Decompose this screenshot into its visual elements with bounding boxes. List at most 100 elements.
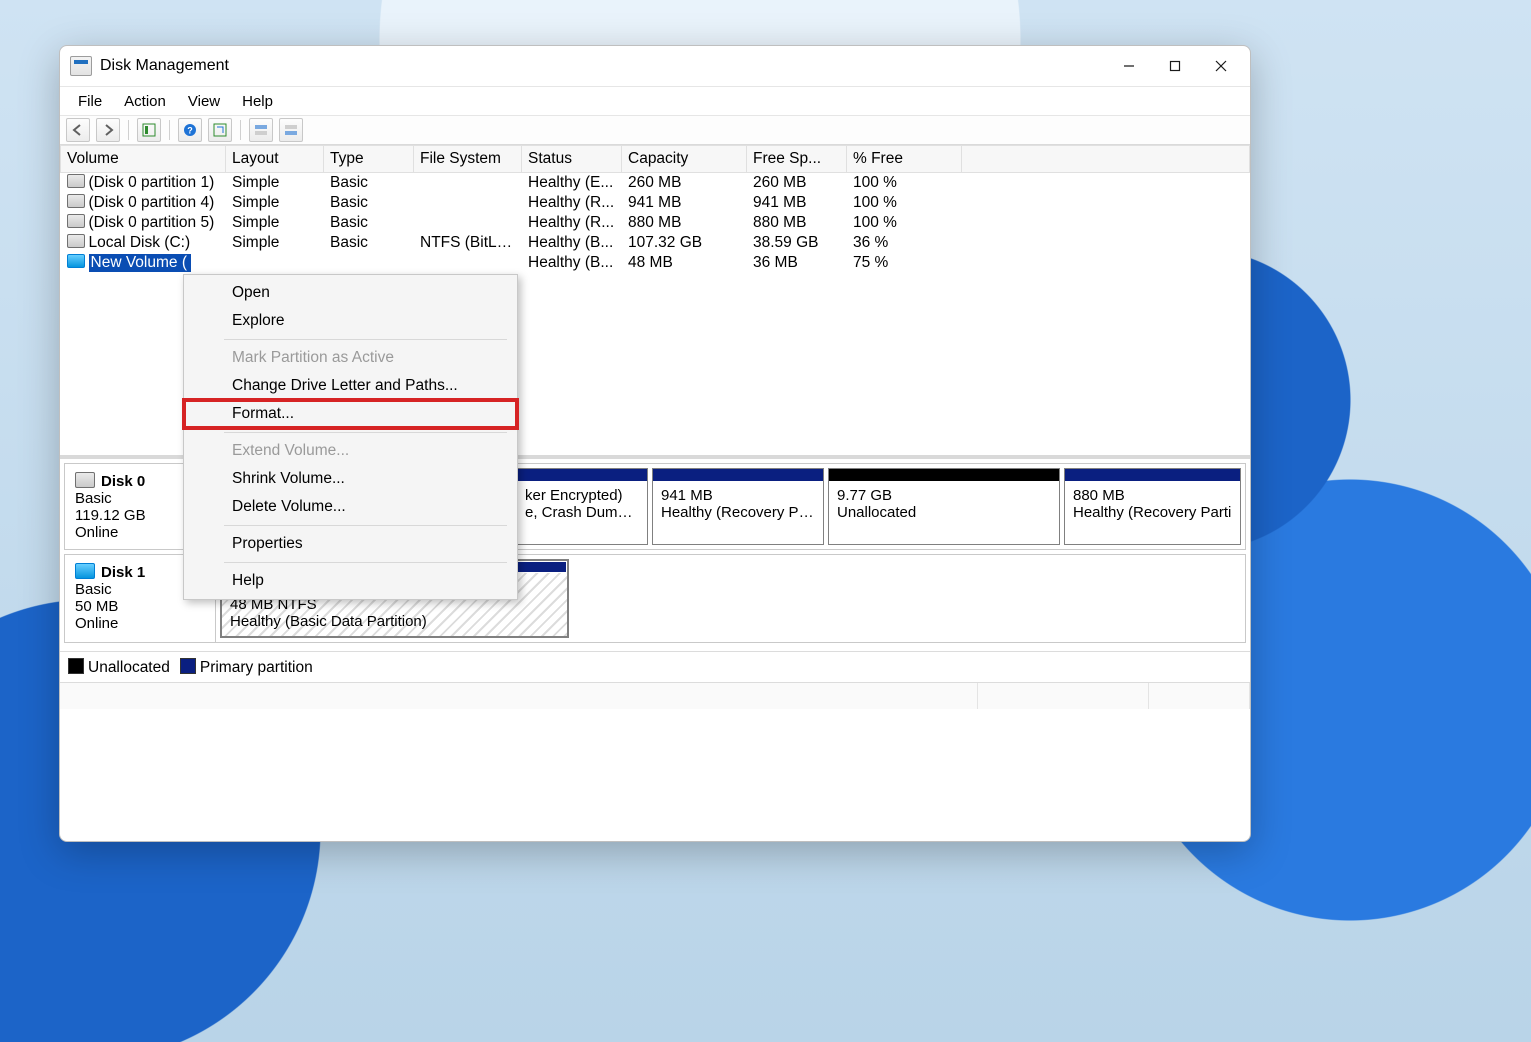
cell-volume: Local Disk (C:) <box>61 233 226 253</box>
maximize-button[interactable] <box>1152 50 1198 82</box>
partition[interactable]: 9.77 GBUnallocated <box>828 468 1060 545</box>
cell-fs <box>414 173 522 194</box>
back-button[interactable] <box>66 118 90 142</box>
cell-status: Healthy (E... <box>522 173 622 194</box>
volume-icon <box>67 214 85 228</box>
show-hide-tree-button[interactable] <box>137 118 161 142</box>
cell-free: 260 MB <box>747 173 847 194</box>
cell-pct: 75 % <box>847 253 962 273</box>
ctx-help[interactable]: Help <box>184 567 517 595</box>
table-row[interactable]: Local Disk (C:)SimpleBasicNTFS (BitLo...… <box>61 233 1250 253</box>
partition-header <box>1065 469 1240 481</box>
volume-icon <box>67 254 85 268</box>
cell-fs <box>414 253 522 273</box>
table-header-row[interactable]: Volume Layout Type File System Status Ca… <box>61 146 1250 173</box>
volume-table[interactable]: Volume Layout Type File System Status Ca… <box>60 145 1250 273</box>
menu-view[interactable]: View <box>178 91 230 112</box>
disk-0-size: 119.12 GB <box>75 507 177 524</box>
col-capacity[interactable]: Capacity <box>622 146 747 173</box>
toolbar-separator <box>169 120 170 140</box>
ctx-explore[interactable]: Explore <box>184 307 517 335</box>
partition-line3: e, Crash Dump, Ba <box>525 504 639 521</box>
col-freespace[interactable]: Free Sp... <box>747 146 847 173</box>
partition-line3: Healthy (Recovery Parti <box>1073 504 1232 521</box>
partition[interactable]: 880 MBHealthy (Recovery Parti <box>1064 468 1241 545</box>
col-volume[interactable]: Volume <box>61 146 226 173</box>
view-bottom-button[interactable] <box>279 118 303 142</box>
ctx-delete-volume[interactable]: Delete Volume... <box>184 493 517 521</box>
disk-1-size: 50 MB <box>75 598 205 615</box>
toolbar: ? <box>60 116 1250 145</box>
table-row[interactable]: (Disk 0 partition 4)SimpleBasicHealthy (… <box>61 193 1250 213</box>
cell-capacity: 107.32 GB <box>622 233 747 253</box>
minimize-button[interactable] <box>1106 50 1152 82</box>
cell-free: 36 MB <box>747 253 847 273</box>
col-status[interactable]: Status <box>522 146 622 173</box>
disk-0-info: Disk 0 Basic 119.12 GB Online <box>65 464 188 549</box>
help-button[interactable]: ? <box>178 118 202 142</box>
cell-free: 941 MB <box>747 193 847 213</box>
menu-action[interactable]: Action <box>114 91 176 112</box>
legend-primary: Primary partition <box>180 658 313 677</box>
cell-fs <box>414 213 522 233</box>
menu-help[interactable]: Help <box>232 91 283 112</box>
col-layout[interactable]: Layout <box>226 146 324 173</box>
cell-capacity: 880 MB <box>622 213 747 233</box>
partition-line2: 9.77 GB <box>837 487 1051 504</box>
cell-type: Basic <box>324 193 414 213</box>
partition-line2: ker Encrypted) <box>525 487 639 504</box>
cell-status: Healthy (B... <box>522 233 622 253</box>
cell-free: 880 MB <box>747 213 847 233</box>
ctx-separator <box>224 562 507 563</box>
menu-file[interactable]: File <box>68 91 112 112</box>
cell-type: Basic <box>324 213 414 233</box>
table-row[interactable]: (Disk 0 partition 1)SimpleBasicHealthy (… <box>61 173 1250 194</box>
swatch-navy-icon <box>180 658 196 674</box>
window-title: Disk Management <box>100 57 229 75</box>
partition-line2: 880 MB <box>1073 487 1232 504</box>
cell-fs: NTFS (BitLo... <box>414 233 522 253</box>
close-button[interactable] <box>1198 50 1244 82</box>
disk-1-title: Disk 1 <box>101 564 145 581</box>
forward-button[interactable] <box>96 118 120 142</box>
cell-fs <box>414 193 522 213</box>
legend-unallocated: Unallocated <box>68 658 170 677</box>
disk-icon <box>75 472 95 488</box>
cell-pct: 36 % <box>847 233 962 253</box>
cell-pct: 100 % <box>847 193 962 213</box>
ctx-separator <box>224 525 507 526</box>
cell-type: Basic <box>324 233 414 253</box>
ctx-extend-volume: Extend Volume... <box>184 437 517 465</box>
legend-bar: Unallocated Primary partition <box>60 651 1250 682</box>
cell-status: Healthy (B... <box>522 253 622 273</box>
partition[interactable]: 941 MBHealthy (Recovery Part <box>652 468 824 545</box>
ctx-change-drive-letter[interactable]: Change Drive Letter and Paths... <box>184 372 517 400</box>
ctx-separator <box>224 339 507 340</box>
col-type[interactable]: Type <box>324 146 414 173</box>
partition-header <box>517 469 647 481</box>
col-pctfree[interactable]: % Free <box>847 146 962 173</box>
cell-volume: (Disk 0 partition 1) <box>61 173 226 194</box>
cell-volume: (Disk 0 partition 5) <box>61 213 226 233</box>
volume-icon <box>67 174 85 188</box>
ctx-properties[interactable]: Properties <box>184 530 517 558</box>
table-row[interactable]: (Disk 0 partition 5)SimpleBasicHealthy (… <box>61 213 1250 233</box>
refresh-button[interactable] <box>208 118 232 142</box>
cell-volume: (Disk 0 partition 4) <box>61 193 226 213</box>
partition-header <box>829 469 1059 481</box>
partition[interactable]: ker Encrypted)e, Crash Dump, Ba <box>516 468 648 545</box>
disk-1-state: Online <box>75 615 205 632</box>
col-filesystem[interactable]: File System <box>414 146 522 173</box>
table-row[interactable]: New Volume (Healthy (B...48 MB36 MB75 % <box>61 253 1250 273</box>
view-top-button[interactable] <box>249 118 273 142</box>
cell-status: Healthy (R... <box>522 213 622 233</box>
ctx-open[interactable]: Open <box>184 279 517 307</box>
menu-bar: File Action View Help <box>60 86 1250 116</box>
cell-capacity: 260 MB <box>622 173 747 194</box>
toolbar-separator <box>240 120 241 140</box>
ctx-format[interactable]: Format... <box>184 400 517 428</box>
cell-layout: Simple <box>226 233 324 253</box>
ctx-separator <box>224 432 507 433</box>
ctx-shrink-volume[interactable]: Shrink Volume... <box>184 465 517 493</box>
cell-type: Basic <box>324 173 414 194</box>
